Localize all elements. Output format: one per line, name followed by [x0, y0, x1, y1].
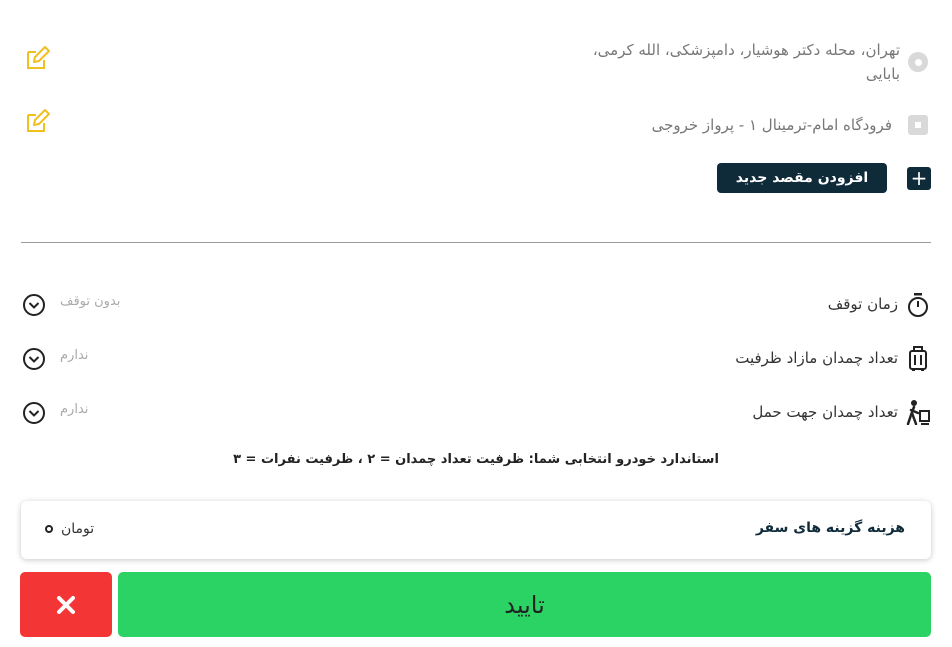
stopwatch-icon [908, 293, 928, 317]
cancel-button[interactable] [20, 572, 112, 637]
origin-address: تهران، محله دکتر هوشیار، دامپزشکی، الله … [520, 38, 900, 86]
destination-address: فرودگاه امام-ترمینال ۱ - پرواز خروجی [651, 116, 892, 134]
trip-cost-title: هزینه گزینه های سفر [755, 520, 905, 536]
cost-bullet-icon [45, 525, 53, 533]
vehicle-capacity-info: استاندارد خودرو انتخابی شما: ظرفیت تعداد… [233, 452, 719, 467]
suitcase-icon [909, 346, 927, 371]
trip-cost-amount: تومان [45, 521, 94, 537]
porter-icon [906, 400, 930, 425]
stop-time-value: بدون توقف [60, 294, 121, 309]
extra-luggage-label: تعداد چمدان مازاد ظرفیت [735, 349, 898, 367]
trip-cost-card: هزینه گزینه های سفر تومان [21, 501, 931, 559]
carry-luggage-label: تعداد چمدان جهت حمل [752, 403, 898, 421]
confirm-button[interactable]: تایید [118, 572, 931, 637]
carry-luggage-value: ندارم [60, 402, 89, 417]
add-destination-button[interactable]: افزودن مقصد جدید [717, 163, 887, 193]
section-divider [21, 242, 931, 243]
stop-time-label: زمان توقف [827, 295, 898, 313]
origin-address-line1: تهران، محله دکتر هوشیار، دامپزشکی، الله … [592, 41, 900, 59]
origin-address-line2: بابایی [865, 65, 900, 83]
add-destination-plus-button[interactable]: + [907, 167, 931, 190]
extra-luggage-value: ندارم [60, 348, 89, 363]
edit-origin-icon[interactable] [24, 44, 52, 72]
extra-luggage-chevron-down-icon[interactable] [22, 347, 46, 371]
origin-marker-icon [908, 52, 928, 72]
stop-time-chevron-down-icon[interactable] [22, 293, 46, 317]
currency-label: تومان [61, 521, 95, 537]
carry-luggage-chevron-down-icon[interactable] [22, 401, 46, 425]
destination-marker-icon [908, 115, 928, 135]
close-icon [57, 595, 75, 614]
edit-destination-icon[interactable] [24, 107, 52, 135]
